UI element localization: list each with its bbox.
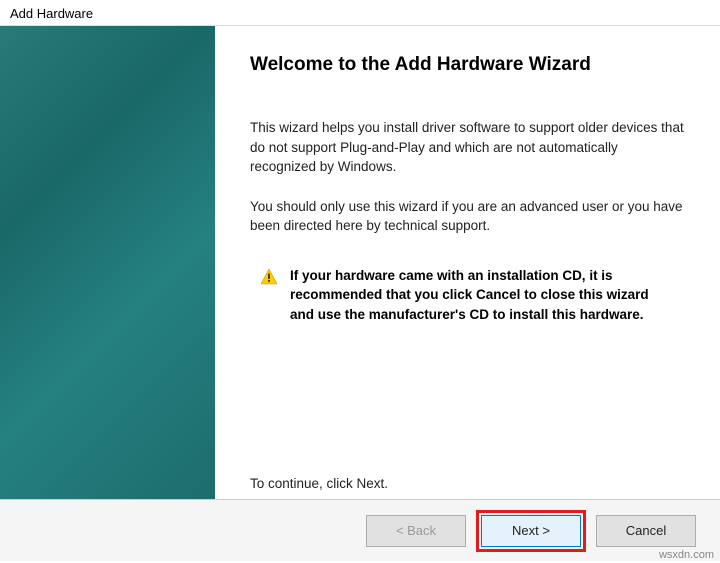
- window-title: Add Hardware: [0, 0, 720, 25]
- wizard-body: Welcome to the Add Hardware Wizard This …: [0, 25, 720, 499]
- wizard-note: If your hardware came with an installati…: [260, 266, 684, 325]
- next-button[interactable]: Next >: [481, 515, 581, 547]
- back-button: < Back: [366, 515, 466, 547]
- wizard-paragraph-1: This wizard helps you install driver sof…: [250, 118, 684, 177]
- wizard-note-text: If your hardware came with an installati…: [290, 266, 674, 325]
- warning-icon: [260, 268, 278, 291]
- wizard-content: Welcome to the Add Hardware Wizard This …: [215, 26, 720, 499]
- wizard-button-bar: < Back Next > Cancel: [0, 499, 720, 561]
- next-button-highlight: Next >: [476, 510, 586, 552]
- cancel-button[interactable]: Cancel: [596, 515, 696, 547]
- continue-hint: To continue, click Next.: [250, 476, 388, 491]
- wizard-side-banner: [0, 26, 215, 499]
- wizard-heading: Welcome to the Add Hardware Wizard: [250, 54, 684, 76]
- watermark: wsxdn.com: [659, 549, 714, 561]
- wizard-paragraph-2: You should only use this wizard if you a…: [250, 197, 684, 236]
